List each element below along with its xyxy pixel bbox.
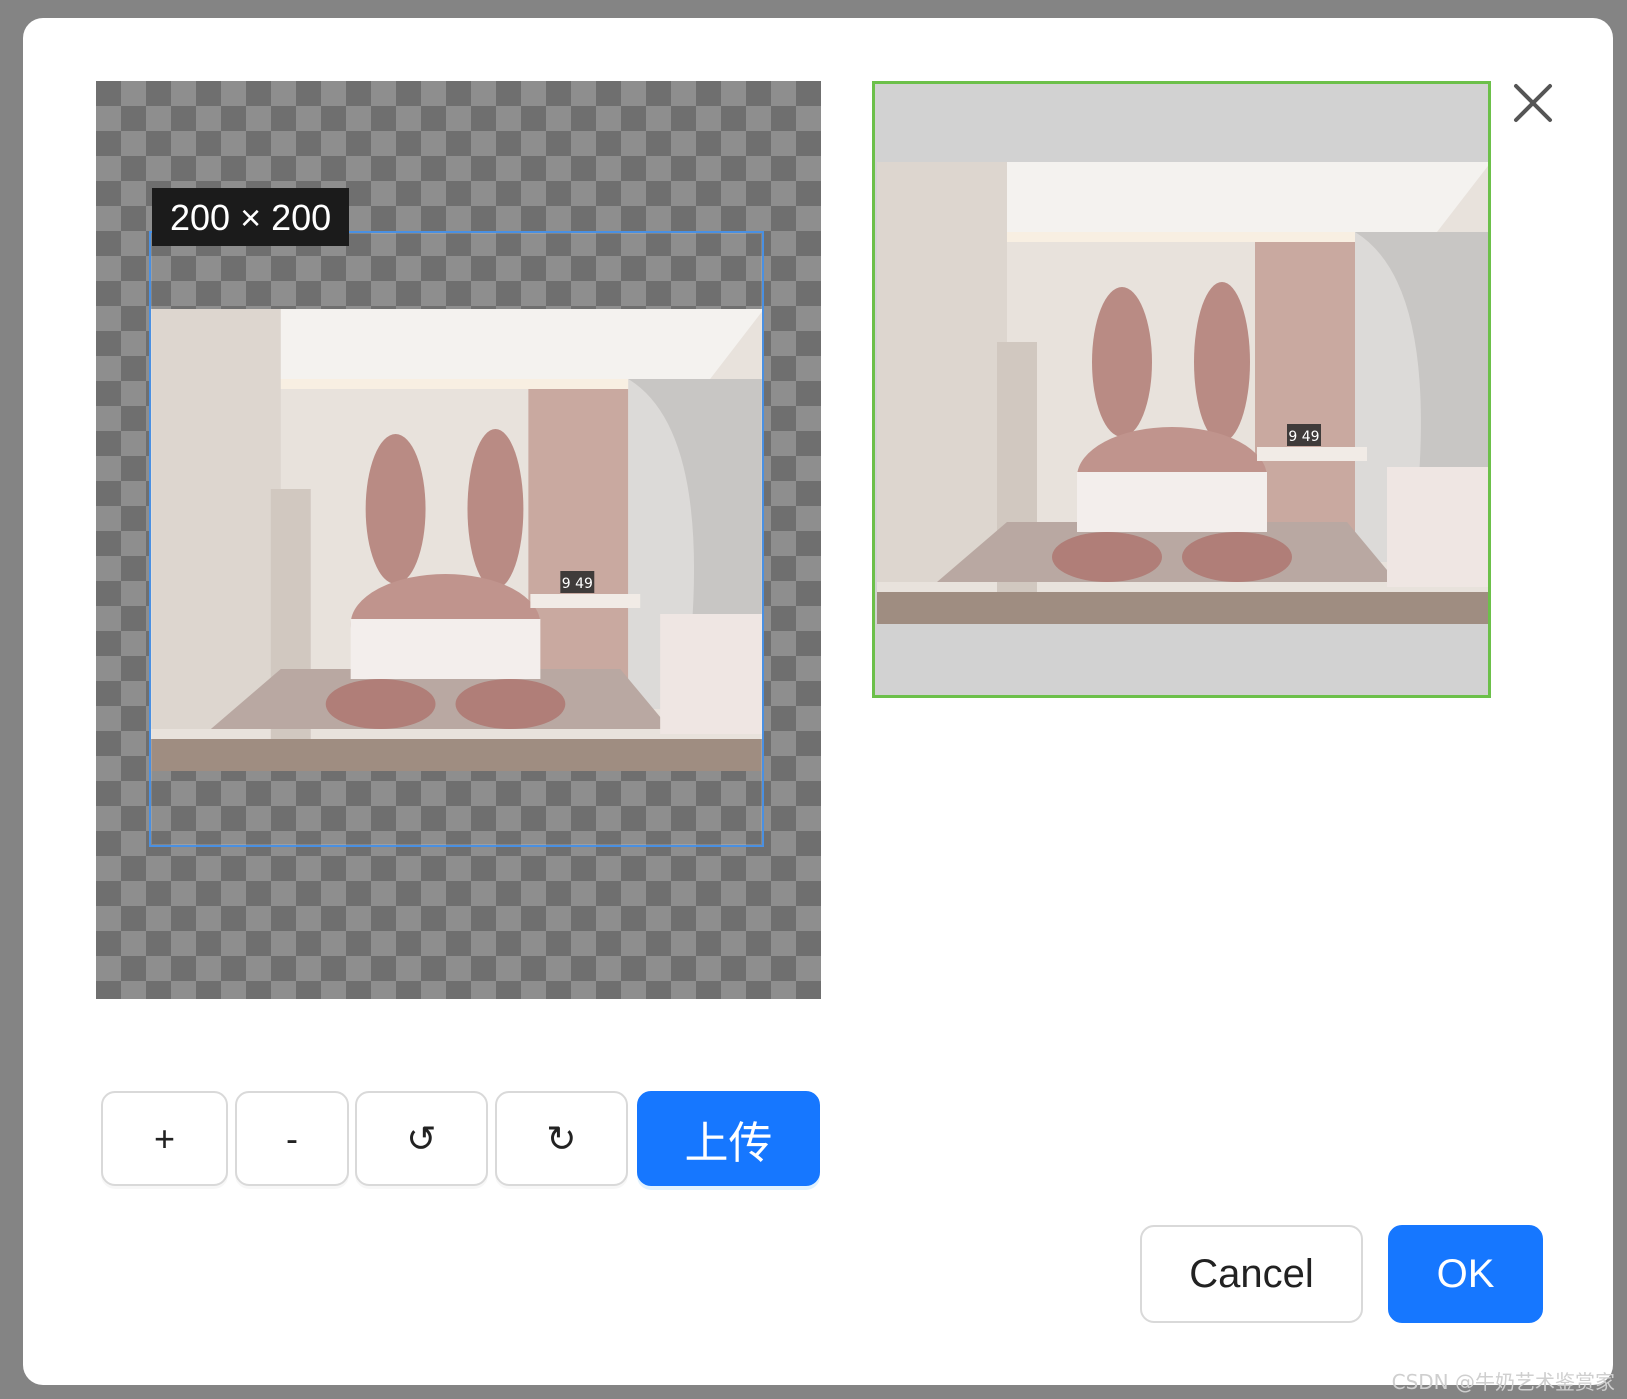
crop-size-label: 200 × 200	[152, 188, 350, 246]
preview-room-image: 9 49	[877, 162, 1488, 624]
zoom-in-button[interactable]: +	[101, 1091, 228, 1186]
rotate-left-button[interactable]: ↺	[355, 1091, 488, 1186]
close-icon[interactable]	[1508, 78, 1558, 128]
svg-text:9 49: 9 49	[1288, 429, 1319, 445]
rotate-right-button[interactable]: ↻	[495, 1091, 628, 1186]
crop-preview: 9 49	[872, 81, 1491, 698]
bedroom-illustration: 9 49	[877, 162, 1488, 624]
ok-button[interactable]: OK	[1388, 1225, 1543, 1323]
cancel-button[interactable]: Cancel	[1140, 1225, 1363, 1323]
crop-modal: 9 49 200 × 200 9 49 + - ↺ ↻ 上传 Cancel OK	[23, 18, 1613, 1385]
upload-button[interactable]: 上传	[637, 1091, 820, 1186]
image-cropper[interactable]: 9 49 200 × 200	[96, 81, 821, 999]
watermark: CSDN @牛奶艺术鉴赏家	[1391, 1370, 1615, 1394]
crop-selection-box[interactable]	[149, 231, 764, 847]
zoom-out-button[interactable]: -	[235, 1091, 349, 1186]
